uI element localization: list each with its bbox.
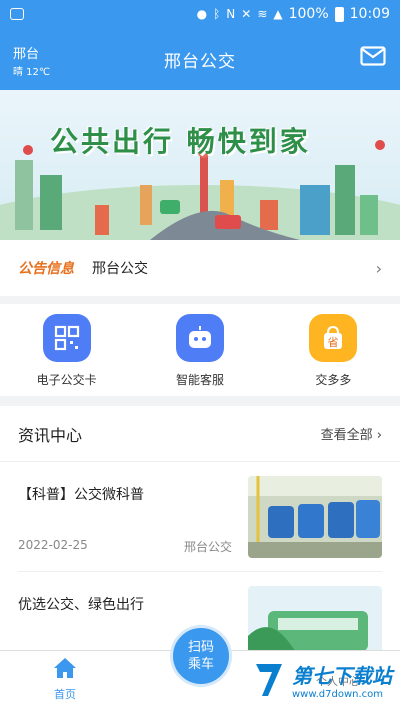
shopping-bag-icon: 省 — [309, 314, 358, 362]
scan-label-1: 扫码 — [187, 640, 214, 655]
quick-action-label: 智能客服 — [175, 373, 224, 387]
news-item-title: 优选公交、绿色出行 — [18, 597, 144, 613]
page-title: 邢台公交 — [164, 52, 236, 72]
news-item[interactable]: 【科普】公交微科普 2022-02-25 邢台公交 — [18, 462, 382, 572]
quick-action-label: 交多多 — [315, 373, 352, 387]
promo-banner[interactable]: 公共出行 畅快到家 — [0, 90, 400, 240]
watermark-text: 第七下载站 — [292, 664, 392, 688]
robot-icon — [175, 314, 224, 362]
tab-home-label: 首页 — [54, 688, 76, 701]
news-section: 资讯中心 查看全部 › 【科普】公交微科普 2022-02-25 邢台公交 优选… — [0, 406, 400, 668]
mail-icon[interactable] — [360, 46, 386, 70]
qr-card-icon — [42, 314, 91, 362]
home-icon — [53, 657, 77, 683]
scan-ride-button[interactable]: 扫码 乘车 — [170, 625, 232, 687]
chevron-right-icon: › — [375, 258, 382, 278]
app-header: 邢台 晴 12℃ 邢台公交 — [0, 28, 400, 90]
nfc-icon: N — [226, 7, 236, 21]
app-notification-icon — [10, 8, 24, 20]
svg-text:省: 省 — [328, 336, 339, 349]
status-bar: ● ᛒ N ✕ ≋ ▲ 100% 10:09 — [0, 0, 400, 28]
watermark-logo-icon — [256, 664, 282, 696]
battery-percent: 100% — [288, 6, 329, 22]
bluetooth-icon: ᛒ — [213, 7, 221, 21]
watermark-url: www.d7down.com — [292, 689, 384, 700]
location-icon: ● — [196, 7, 208, 21]
view-all-label: 查看全部 — [320, 428, 373, 443]
news-item-date: 2022-02-25 — [18, 538, 88, 552]
quick-action-service[interactable]: 智能客服 — [133, 304, 266, 396]
battery-icon — [334, 6, 344, 22]
signal-icon: ▲ — [273, 7, 283, 21]
section-title: 资讯中心 — [18, 425, 83, 445]
clock: 10:09 — [349, 6, 390, 22]
news-item-title: 【科普】公交微科普 — [18, 487, 144, 503]
quick-action-ecard[interactable]: 电子公交卡 — [0, 304, 133, 396]
tab-home[interactable]: 首页 — [40, 657, 90, 702]
site-watermark: 第七下载站 www.d7down.com — [252, 660, 392, 700]
quick-actions: 电子公交卡 智能客服 省 交多多 — [0, 304, 400, 396]
news-item-source: 邢台公交 — [183, 540, 232, 554]
mute-icon: ✕ — [241, 7, 252, 21]
view-all-link[interactable]: 查看全部 › — [321, 424, 382, 443]
notice-text: 邢台公交 — [92, 261, 148, 277]
news-header: 资讯中心 查看全部 › — [0, 406, 400, 462]
notice-bar[interactable]: 公告信息 邢台公交 › — [0, 240, 400, 296]
quick-action-label: 电子公交卡 — [36, 373, 97, 387]
scan-label-2: 乘车 — [187, 657, 214, 672]
notice-tag: 公告信息 — [18, 261, 74, 277]
news-thumbnail — [248, 476, 382, 558]
quick-action-shop[interactable]: 省 交多多 — [267, 304, 400, 396]
wifi-icon: ≋ — [257, 7, 268, 21]
city-illustration — [0, 140, 400, 240]
banner-slogan: 公共出行 畅快到家 — [50, 125, 311, 158]
